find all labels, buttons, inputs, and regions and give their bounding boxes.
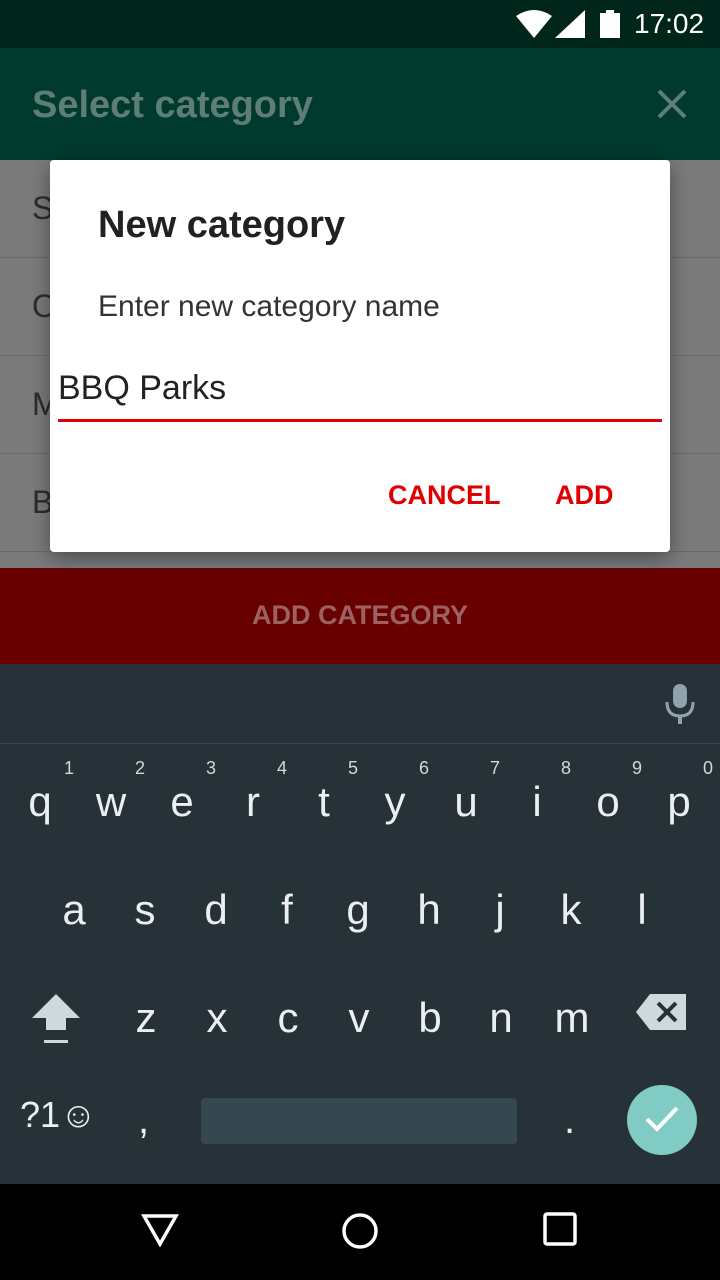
key-x[interactable]: x (181, 972, 253, 1062)
key-label: y (384, 778, 406, 825)
dialog-message: Enter new category name (98, 290, 440, 323)
key-label: k (560, 886, 582, 933)
key-t[interactable]: t5 (288, 756, 360, 846)
home-circle-icon[interactable] (341, 1212, 379, 1250)
cancel-button[interactable]: CANCEL (388, 480, 501, 511)
key-a[interactable]: a (38, 864, 110, 954)
key-label: e (170, 778, 194, 825)
key-label: q (28, 778, 52, 825)
key-b[interactable]: b (394, 972, 466, 1062)
category-name-input[interactable] (58, 366, 662, 422)
mic-icon[interactable] (664, 684, 696, 724)
key-i[interactable]: i8 (501, 756, 573, 846)
clock: 17:02 (634, 8, 705, 39)
key-j[interactable]: j (464, 864, 536, 954)
key-s[interactable]: s (109, 864, 181, 954)
key-k[interactable]: k (535, 864, 607, 954)
key-label: o (596, 778, 620, 825)
key-q[interactable]: q1 (4, 756, 76, 846)
add-button[interactable]: ADD (555, 480, 614, 511)
key-label: g (346, 886, 370, 933)
key-label: b (418, 994, 442, 1041)
key-l[interactable]: l (606, 864, 678, 954)
key-p[interactable]: p0 (643, 756, 715, 846)
key-hint: 6 (418, 758, 429, 778)
enter-key[interactable] (627, 1085, 697, 1155)
close-icon[interactable] (656, 88, 688, 120)
key-hint: 3 (205, 758, 216, 778)
key-hint: 5 (347, 758, 358, 778)
wifi-icon (516, 10, 552, 38)
key-label: d (204, 886, 228, 933)
key-h[interactable]: h (393, 864, 465, 954)
key-label: n (489, 994, 513, 1041)
back-triangle-icon[interactable] (141, 1212, 179, 1248)
battery-icon (600, 10, 620, 38)
add-category-label: ADD CATEGORY (252, 600, 468, 630)
key-v[interactable]: v (323, 972, 395, 1062)
key-z[interactable]: z (110, 972, 182, 1062)
page-title: Select category (32, 84, 313, 126)
key-label: t (318, 778, 330, 825)
key-label: j (495, 886, 505, 933)
key-d[interactable]: d (180, 864, 252, 954)
key-label: s (134, 886, 156, 933)
navigation-bar (0, 1184, 720, 1280)
key-o[interactable]: o9 (572, 756, 644, 846)
key-hint: 0 (702, 758, 713, 778)
key-label: m (554, 994, 590, 1041)
key-label: z (135, 994, 157, 1041)
key-c[interactable]: c (252, 972, 324, 1062)
key-label: a (62, 886, 86, 933)
key-f[interactable]: f (251, 864, 323, 954)
key-label: c (277, 994, 299, 1041)
keyboard-suggestion-bar (0, 664, 720, 744)
key-e[interactable]: e3 (146, 756, 218, 846)
key-label: p (667, 778, 691, 825)
space-key[interactable] (201, 1098, 517, 1144)
key-m[interactable]: m (536, 972, 608, 1062)
key-y[interactable]: y6 (359, 756, 431, 846)
key-label: h (417, 886, 441, 933)
comma-key[interactable]: , (138, 1098, 149, 1143)
key-hint: 2 (134, 758, 145, 778)
key-label: u (454, 778, 478, 825)
key-w[interactable]: w2 (75, 756, 147, 846)
backspace-icon[interactable] (636, 994, 686, 1030)
shift-icon[interactable] (30, 992, 82, 1046)
key-label: w (95, 778, 127, 825)
key-hint: 7 (489, 758, 500, 778)
symbols-key[interactable]: ?1☺ (20, 1094, 97, 1136)
key-u[interactable]: u7 (430, 756, 502, 846)
signal-icon (555, 10, 585, 38)
key-label: l (637, 886, 647, 933)
key-label: f (281, 886, 293, 933)
dialog-title: New category (98, 204, 346, 246)
soft-keyboard: q1w2e3r4t5y6u7i8o9p0 asdfghjkl zxcvbnm ?… (0, 664, 720, 1184)
check-icon (645, 1106, 679, 1132)
key-hint: 8 (560, 758, 571, 778)
key-hint: 4 (276, 758, 287, 778)
key-g[interactable]: g (322, 864, 394, 954)
key-label: r (246, 778, 260, 825)
key-r[interactable]: r4 (217, 756, 289, 846)
key-n[interactable]: n (465, 972, 537, 1062)
key-label: x (206, 994, 228, 1041)
recents-square-icon[interactable] (543, 1212, 577, 1246)
new-category-dialog: New category Enter new category name CAN… (50, 160, 670, 552)
key-label: v (348, 994, 370, 1041)
status-bar: 17:02 (0, 0, 720, 48)
key-label: i (532, 778, 542, 825)
key-hint: 1 (63, 758, 74, 778)
app-bar: Select category (0, 48, 720, 160)
add-category-button[interactable]: ADD CATEGORY (0, 568, 720, 664)
period-key[interactable]: . (564, 1098, 575, 1143)
key-hint: 9 (631, 758, 642, 778)
